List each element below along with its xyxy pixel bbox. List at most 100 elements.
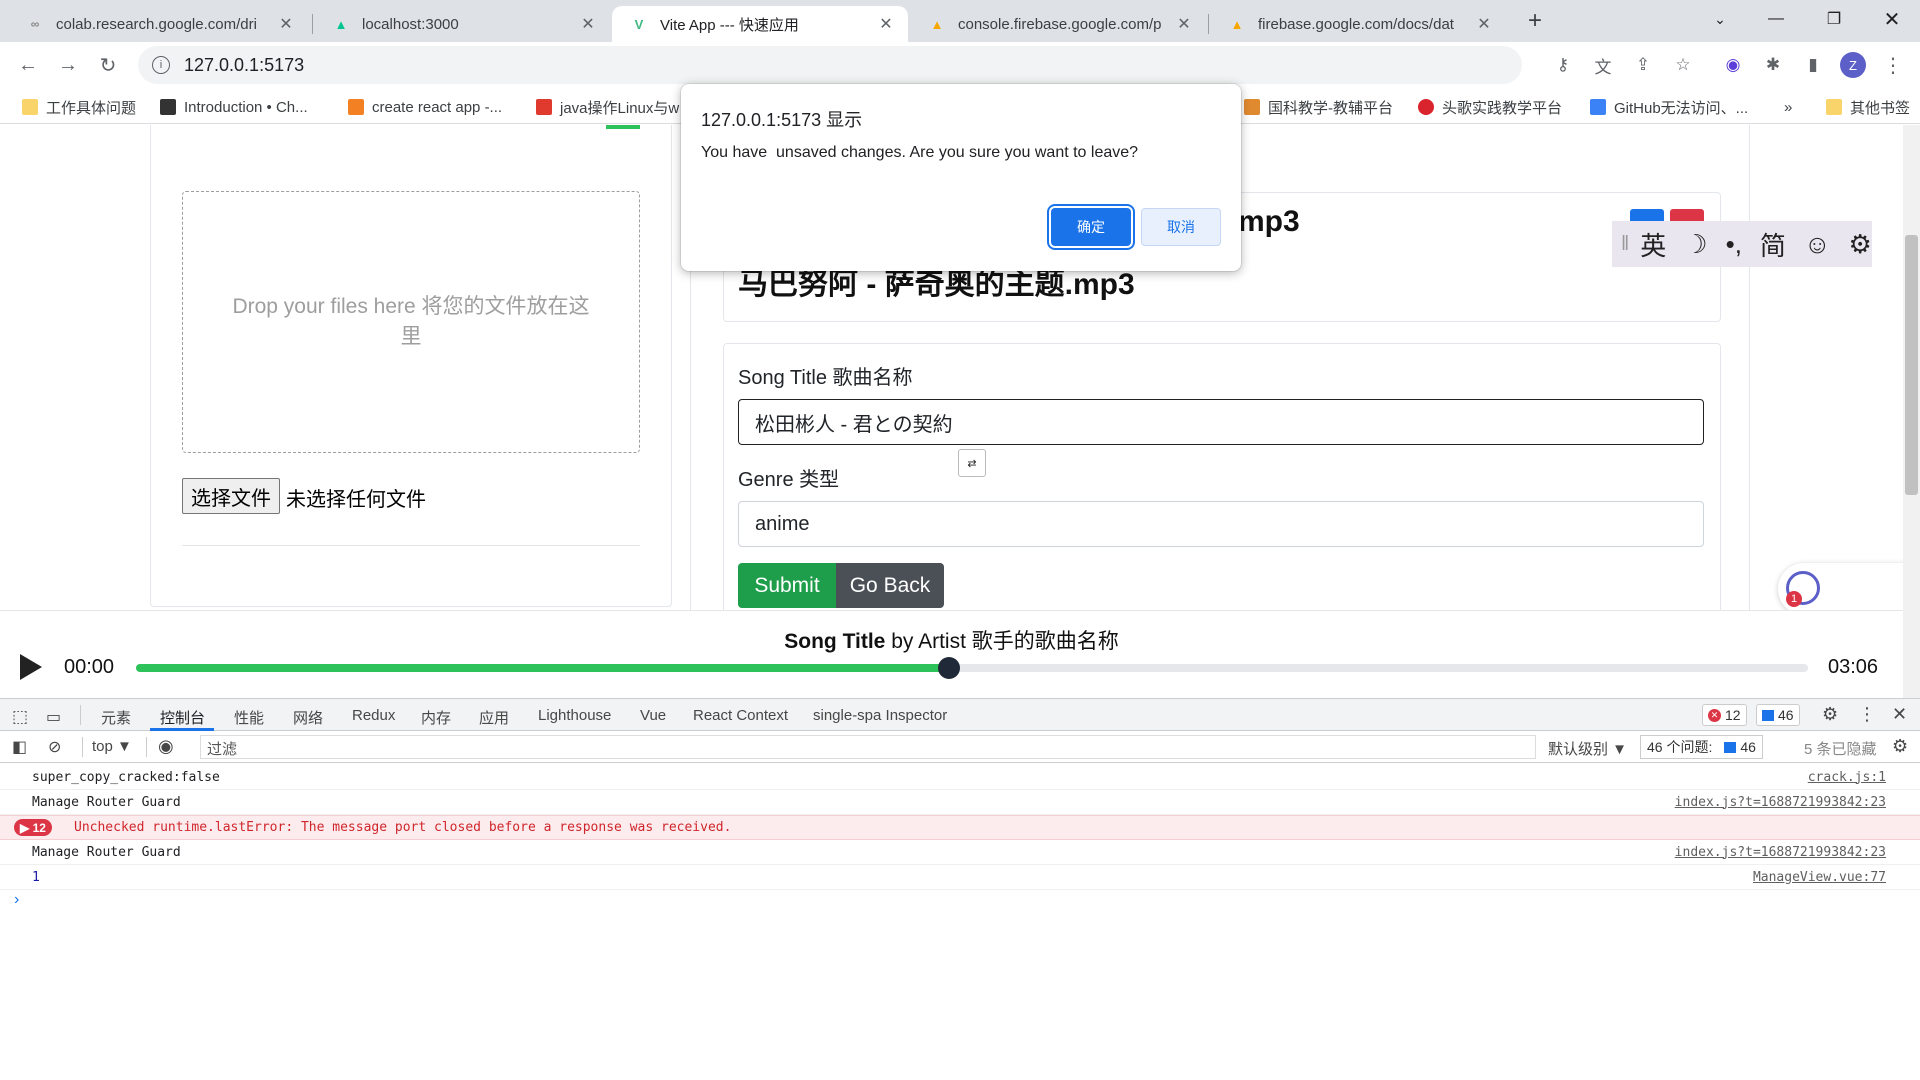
close-icon[interactable]: ✕: [876, 14, 896, 34]
gear-icon[interactable]: ⚙: [1822, 704, 1838, 725]
play-icon[interactable]: [20, 654, 42, 680]
now-playing: Song Title by Artist 歌手的歌曲名称: [0, 625, 1903, 655]
tab-elements[interactable]: 元素: [101, 707, 131, 728]
console-toolbar: ◧ ⊘ top ▼ ◉ 过滤 默认级别 ▼ 46 个问题: 46 5 条已隐藏 …: [0, 731, 1920, 763]
tab-network[interactable]: 网络: [293, 707, 323, 728]
site-info-icon[interactable]: i: [152, 56, 170, 74]
inspect-element-icon[interactable]: ⬚: [12, 707, 28, 727]
scrollbar-thumb[interactable]: [1905, 235, 1918, 495]
tab-colab[interactable]: ∞ colab.research.google.com/dri ✕: [8, 6, 308, 42]
genre-input[interactable]: anime: [738, 501, 1704, 547]
tab-search-icon[interactable]: ⌄: [1692, 0, 1748, 38]
bookmark-item[interactable]: create react app -...: [348, 96, 502, 118]
extension-vue-icon[interactable]: ◉: [1720, 52, 1746, 78]
translate-icon[interactable]: 文: [1590, 52, 1616, 78]
tab-application[interactable]: 应用: [479, 707, 509, 728]
browser-toolbar: ← → ↻ i 127.0.0.1:5173 ⚷ 文 ⇪ ☆ ◉ ✱ ▮ Z ⋮: [0, 42, 1920, 88]
bookmarks-overflow-icon[interactable]: »: [1784, 96, 1792, 118]
tab-console[interactable]: 控制台: [160, 707, 205, 728]
file-dropzone[interactable]: Drop your files here 将您的文件放在这里: [182, 191, 640, 453]
forward-icon[interactable]: →: [54, 51, 82, 79]
more-options-icon[interactable]: ⋮: [1858, 704, 1876, 725]
context-selector[interactable]: top ▼: [92, 738, 132, 755]
issues-button[interactable]: 46 个问题: 46: [1640, 735, 1763, 759]
console-prompt[interactable]: ›: [14, 891, 19, 909]
bookmark-item[interactable]: Introduction • Ch...: [160, 96, 308, 118]
translate-popup-icon[interactable]: ⇄: [958, 449, 986, 477]
maximize-icon[interactable]: ❐: [1806, 0, 1862, 38]
clear-console-icon[interactable]: ⊘: [48, 737, 61, 757]
source-link[interactable]: index.js?t=1688721993842:23: [1675, 795, 1886, 810]
confirm-button[interactable]: 确定: [1051, 208, 1131, 246]
bookmark-item[interactable]: 头歌实践教学平台: [1418, 96, 1562, 118]
browser-tab-strip: ∞ colab.research.google.com/dri ✕ ▲ loca…: [0, 0, 1920, 42]
tab-redux[interactable]: Redux: [352, 707, 395, 724]
bookmark-item[interactable]: 国科教学-教辅平台: [1244, 96, 1393, 118]
tab-title: console.firebase.google.com/p: [958, 15, 1162, 33]
sidebar-toggle-icon[interactable]: ◧: [12, 737, 27, 757]
tab-firebase-docs[interactable]: ▲ firebase.google.com/docs/dat ✕: [1210, 6, 1506, 42]
cancel-button[interactable]: 取消: [1141, 208, 1221, 246]
address-bar[interactable]: i 127.0.0.1:5173: [138, 46, 1522, 84]
new-tab-icon[interactable]: +: [1518, 6, 1552, 36]
close-icon[interactable]: ✕: [276, 14, 296, 34]
ime-lang-toggle[interactable]: 英: [1640, 226, 1666, 263]
console-filter-input[interactable]: 过滤: [200, 735, 1536, 759]
console-settings-gear-icon[interactable]: ⚙: [1892, 736, 1908, 757]
extensions-puzzle-icon[interactable]: ✱: [1760, 52, 1786, 78]
close-icon[interactable]: ✕: [578, 14, 598, 34]
tab-vue[interactable]: Vue: [640, 707, 666, 724]
bookmark-star-icon[interactable]: ☆: [1670, 52, 1696, 78]
file-status: 未选择任何文件: [286, 489, 426, 511]
share-icon[interactable]: ⇪: [1630, 52, 1656, 78]
menu-kebab-icon[interactable]: ⋮: [1880, 52, 1906, 78]
error-count-badge[interactable]: ✕ 12: [1702, 704, 1747, 726]
choose-file-button[interactable]: 选择文件: [182, 478, 280, 514]
window-close-icon[interactable]: ✕: [1864, 0, 1920, 38]
console-error-row[interactable]: ▶ 12 Unchecked runtime.lastError: The me…: [0, 815, 1920, 840]
console-log-row: Manage Router Guard index.js?t=168872199…: [0, 790, 1920, 815]
song-title-input[interactable]: 松田彬人 - 君との契約: [738, 399, 1704, 445]
tab-lighthouse[interactable]: Lighthouse: [538, 707, 611, 724]
live-expression-eye-icon[interactable]: ◉: [158, 736, 174, 757]
side-panel-icon[interactable]: ▮: [1800, 52, 1826, 78]
emoji-icon[interactable]: ☺: [1804, 229, 1831, 260]
moon-icon[interactable]: ☽: [1684, 229, 1707, 260]
go-back-button[interactable]: Go Back: [836, 563, 944, 608]
tab-react-context[interactable]: React Context: [693, 707, 788, 724]
log-level-select[interactable]: 默认级别 ▼: [1548, 738, 1627, 759]
ime-simplified-toggle[interactable]: 简: [1760, 226, 1786, 263]
ime-drag-handle[interactable]: ‖: [1621, 233, 1629, 256]
tab-single-spa[interactable]: single-spa Inspector: [813, 707, 947, 724]
message-count-badge[interactable]: 46: [1756, 704, 1800, 726]
punctuation-icon[interactable]: •,: [1726, 229, 1742, 260]
tab-localhost[interactable]: ▲ localhost:3000 ✕: [314, 6, 610, 42]
github-helper-icon: [1590, 99, 1606, 115]
close-devtools-icon[interactable]: ✕: [1892, 704, 1907, 725]
source-link[interactable]: index.js?t=1688721993842:23: [1675, 845, 1886, 860]
device-toolbar-icon[interactable]: ▭: [46, 707, 61, 727]
tab-firebase-console[interactable]: ▲ console.firebase.google.com/p ✕: [910, 6, 1206, 42]
progress-track[interactable]: [136, 657, 1808, 679]
bookmark-item[interactable]: java操作Linux与w: [536, 96, 679, 118]
reload-icon[interactable]: ↻: [94, 51, 122, 79]
tab-vite-app[interactable]: V Vite App --- 快速应用 ✕: [612, 6, 908, 42]
password-key-icon[interactable]: ⚷: [1550, 52, 1576, 78]
source-link[interactable]: ManageView.vue:77: [1753, 870, 1886, 885]
progress-knob[interactable]: [938, 657, 961, 679]
bookmark-item[interactable]: 工作具体问题: [22, 96, 136, 118]
floating-assistant[interactable]: 1: [1778, 563, 1920, 615]
profile-avatar[interactable]: Z: [1840, 52, 1866, 78]
close-icon[interactable]: ✕: [1474, 14, 1494, 34]
back-icon[interactable]: ←: [14, 51, 42, 79]
minimize-icon[interactable]: —: [1748, 0, 1804, 38]
bookmark-item[interactable]: GitHub无法访问、...: [1590, 96, 1748, 118]
close-icon[interactable]: ✕: [1174, 14, 1194, 34]
other-bookmarks[interactable]: 其他书签: [1826, 96, 1910, 118]
tab-performance[interactable]: 性能: [234, 707, 264, 728]
tab-memory[interactable]: 内存: [421, 707, 451, 728]
source-link[interactable]: crack.js:1: [1808, 770, 1886, 785]
submit-button[interactable]: Submit: [738, 563, 836, 608]
devtools-panel: ⬚ ▭ 元素 控制台 性能 网络 Redux 内存 应用 Lighthouse …: [0, 698, 1920, 1080]
gear-icon[interactable]: ⚙: [1848, 229, 1871, 260]
